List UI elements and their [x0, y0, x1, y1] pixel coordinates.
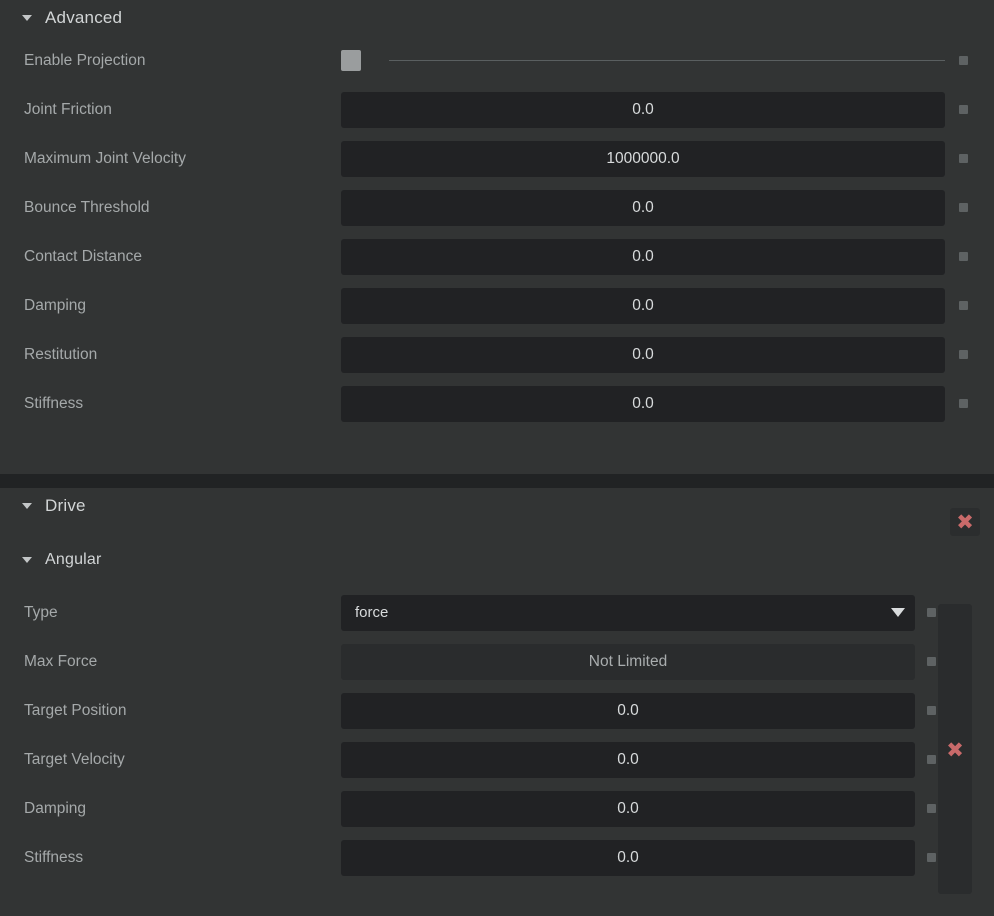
revert-marker[interactable]	[959, 154, 968, 163]
advanced-section-header[interactable]: Advanced	[0, 0, 994, 36]
row-restitution: Restitution 0.0	[0, 330, 994, 379]
label-enable-projection: Enable Projection	[24, 51, 146, 69]
angular-section-header[interactable]: Angular	[0, 542, 994, 578]
drive-panel: Drive ✖ Angular Type force Max Force Not…	[0, 488, 994, 916]
triangle-down-icon[interactable]	[22, 15, 32, 21]
label-maximum-joint-velocity: Maximum Joint Velocity	[24, 149, 186, 167]
label-joint-friction: Joint Friction	[24, 100, 112, 118]
advanced-panel: Advanced Enable Projection Joint Frictio…	[0, 0, 994, 474]
label-restitution: Restitution	[24, 345, 98, 363]
drive-section-title: Drive	[45, 496, 86, 515]
bounce-threshold-input[interactable]: 0.0	[341, 189, 945, 226]
joint-friction-input[interactable]: 0.0	[341, 91, 945, 128]
contact-distance-input[interactable]: 0.0	[341, 238, 945, 275]
revert-marker[interactable]	[959, 252, 968, 261]
type-dropdown-value: force	[355, 604, 389, 621]
triangle-down-icon[interactable]	[22, 557, 32, 563]
label-max-force: Max Force	[24, 652, 98, 670]
revert-marker[interactable]	[959, 105, 968, 114]
label-type: Type	[24, 603, 58, 621]
row-damping-advanced: Damping 0.0	[0, 281, 994, 330]
enable-projection-checkbox[interactable]	[341, 50, 361, 71]
triangle-down-icon[interactable]	[22, 503, 32, 509]
label-stiffness-advanced: Stiffness	[24, 394, 84, 412]
drive-remove-button[interactable]: ✖	[950, 508, 980, 536]
max-force-input[interactable]: Not Limited	[341, 643, 915, 680]
row-enable-projection: Enable Projection	[0, 36, 994, 85]
revert-marker[interactable]	[959, 301, 968, 310]
damping-advanced-input[interactable]: 0.0	[341, 287, 945, 324]
label-bounce-threshold: Bounce Threshold	[24, 198, 150, 216]
revert-marker[interactable]	[959, 350, 968, 359]
stiffness-advanced-input[interactable]: 0.0	[341, 385, 945, 422]
maximum-joint-velocity-input[interactable]: 1000000.0	[341, 140, 945, 177]
enable-projection-divider	[389, 60, 945, 61]
panel-divider	[0, 474, 994, 488]
type-dropdown[interactable]: force	[341, 594, 915, 631]
advanced-section-title: Advanced	[45, 8, 123, 27]
revert-marker[interactable]	[927, 657, 936, 666]
revert-marker[interactable]	[927, 706, 936, 715]
target-position-input[interactable]: 0.0	[341, 692, 915, 729]
row-bounce-threshold: Bounce Threshold 0.0	[0, 183, 994, 232]
row-contact-distance: Contact Distance 0.0	[0, 232, 994, 281]
label-contact-distance: Contact Distance	[24, 247, 143, 265]
stiffness-drive-input[interactable]: 0.0	[341, 839, 915, 876]
revert-marker[interactable]	[959, 203, 968, 212]
revert-marker[interactable]	[959, 399, 968, 408]
row-joint-friction: Joint Friction 0.0	[0, 85, 994, 134]
row-type: Type force	[0, 588, 994, 637]
revert-marker[interactable]	[927, 755, 936, 764]
revert-marker[interactable]	[927, 608, 936, 617]
row-max-force: Max Force Not Limited	[0, 637, 994, 686]
angular-remove-button[interactable]: ✖	[938, 736, 972, 764]
label-damping-advanced: Damping	[24, 296, 87, 314]
revert-marker[interactable]	[927, 853, 936, 862]
restitution-input[interactable]: 0.0	[341, 336, 945, 373]
label-target-velocity: Target Velocity	[24, 750, 125, 768]
row-target-velocity: Target Velocity 0.0	[0, 735, 994, 784]
angular-section-title: Angular	[45, 551, 102, 568]
row-damping-drive: Damping 0.0	[0, 784, 994, 833]
chevron-down-icon	[891, 608, 905, 617]
label-damping-drive: Damping	[24, 799, 87, 817]
damping-drive-input[interactable]: 0.0	[341, 790, 915, 827]
revert-marker[interactable]	[959, 56, 968, 65]
label-stiffness-drive: Stiffness	[24, 848, 84, 866]
row-stiffness-drive: Stiffness 0.0	[0, 833, 994, 882]
drive-section-header[interactable]: Drive	[0, 488, 994, 524]
label-target-position: Target Position	[24, 701, 127, 719]
close-x-icon: ✖	[956, 509, 974, 534]
revert-marker[interactable]	[927, 804, 936, 813]
row-maximum-joint-velocity: Maximum Joint Velocity 1000000.0	[0, 134, 994, 183]
target-velocity-input[interactable]: 0.0	[341, 741, 915, 778]
row-target-position: Target Position 0.0	[0, 686, 994, 735]
close-x-icon: ✖	[946, 737, 964, 762]
row-stiffness-advanced: Stiffness 0.0	[0, 379, 994, 428]
